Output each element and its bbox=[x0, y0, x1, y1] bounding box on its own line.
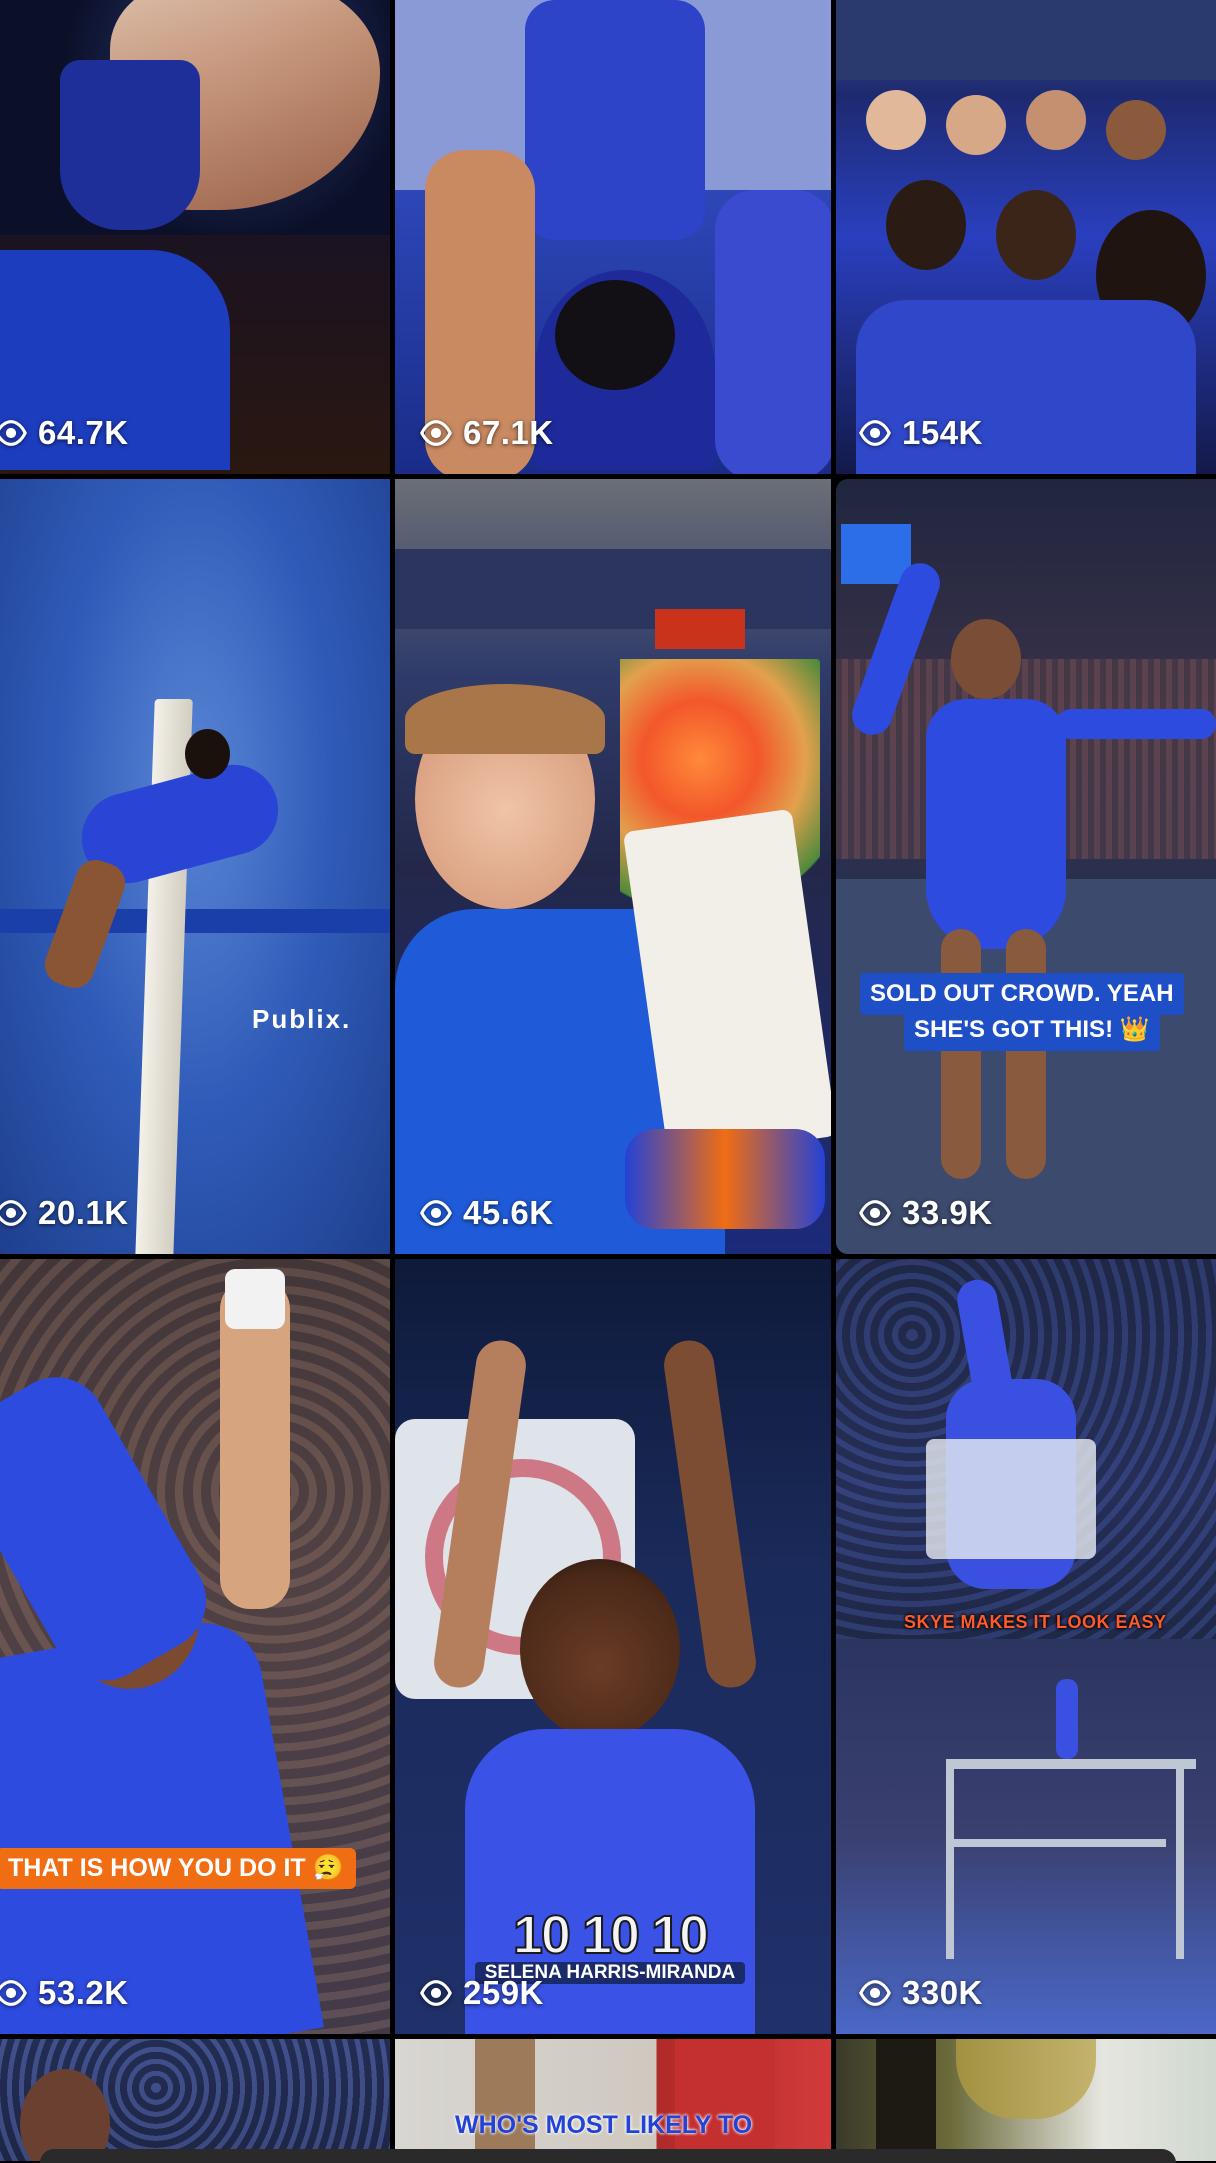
view-count: 67.1K bbox=[419, 414, 554, 452]
eye-icon bbox=[420, 1980, 452, 2006]
reel-thumbnail bbox=[836, 2039, 1216, 2161]
reel-tile-2[interactable]: 67.1K bbox=[395, 0, 831, 474]
reel-tile-9[interactable]: SKYE MAKES IT LOOK EASY 330K bbox=[836, 1259, 1216, 2034]
view-count: 330K bbox=[858, 1974, 983, 2012]
view-count: 20.1K bbox=[0, 1194, 129, 1232]
reel-thumbnail bbox=[836, 479, 1216, 1254]
reel-caption-line2: SHE'S GOT THIS! 👑 bbox=[904, 1009, 1160, 1051]
eye-icon bbox=[859, 1980, 891, 2006]
reel-tile-8[interactable]: 10 10 10 SELENA HARRIS-MIRANDA 259K bbox=[395, 1259, 831, 2034]
view-count-label: 154K bbox=[902, 414, 983, 451]
reel-tile-12[interactable] bbox=[836, 2039, 1216, 2161]
reel-tile-5[interactable]: 45.6K bbox=[395, 479, 831, 1254]
reel-tile-3[interactable]: 154K bbox=[836, 0, 1216, 474]
eye-icon bbox=[420, 1200, 452, 1226]
reel-thumbnail bbox=[395, 2039, 831, 2161]
reel-tile-1[interactable]: 64.7K bbox=[0, 0, 390, 474]
view-count: 64.7K bbox=[0, 414, 129, 452]
eye-icon bbox=[0, 420, 27, 446]
view-count-label: 53.2K bbox=[38, 1974, 129, 2011]
reel-tile-10[interactable] bbox=[0, 2039, 390, 2161]
reel-thumbnail bbox=[0, 0, 390, 474]
reels-grid: 64.7K 67.1K 154K Publix. 20.1K 45.6K SOL… bbox=[0, 0, 1216, 2163]
view-count-label: 330K bbox=[902, 1974, 983, 2011]
score-overlay: 10 10 10 bbox=[512, 1904, 710, 1966]
reel-caption: THAT IS HOW YOU DO IT 😮‍💨 bbox=[0, 1848, 356, 1889]
view-count-label: 259K bbox=[463, 1974, 544, 2011]
reel-caption: SKYE MAKES IT LOOK EASY bbox=[904, 1612, 1167, 1632]
eye-icon bbox=[0, 1980, 27, 2006]
reel-thumbnail bbox=[0, 479, 390, 1254]
eye-icon bbox=[859, 420, 891, 446]
view-count-label: 33.9K bbox=[902, 1194, 993, 1231]
reel-thumbnail bbox=[395, 479, 831, 1254]
view-count: 45.6K bbox=[419, 1194, 554, 1232]
view-count-label: 64.7K bbox=[38, 414, 129, 451]
view-count-label: 45.6K bbox=[463, 1194, 554, 1231]
view-count: 154K bbox=[858, 414, 983, 452]
reel-thumbnail bbox=[836, 0, 1216, 474]
eye-icon bbox=[0, 1200, 27, 1226]
reel-tile-4[interactable]: Publix. 20.1K bbox=[0, 479, 390, 1254]
publix-logo: Publix. bbox=[252, 1004, 352, 1034]
reel-thumbnail bbox=[395, 0, 831, 474]
reel-thumbnail bbox=[836, 1259, 1216, 2034]
eye-icon bbox=[420, 420, 452, 446]
reel-caption: WHO'S MOST LIKELY TO bbox=[455, 2111, 753, 2139]
reel-tile-7[interactable]: THAT IS HOW YOU DO IT 😮‍💨 53.2K bbox=[0, 1259, 390, 2034]
view-count: 259K bbox=[419, 1974, 544, 2012]
view-count: 53.2K bbox=[0, 1974, 129, 2012]
eye-icon bbox=[859, 1200, 891, 1226]
reel-tile-11[interactable]: WHO'S MOST LIKELY TO bbox=[395, 2039, 831, 2161]
reel-thumbnail bbox=[0, 2039, 390, 2161]
view-count: 33.9K bbox=[858, 1194, 993, 1232]
reel-thumbnail bbox=[0, 1259, 390, 2034]
reel-tile-6[interactable]: SOLD OUT CROWD. YEAH SHE'S GOT THIS! 👑 3… bbox=[836, 479, 1216, 1254]
view-count-label: 20.1K bbox=[38, 1194, 129, 1231]
view-count-label: 67.1K bbox=[463, 414, 554, 451]
